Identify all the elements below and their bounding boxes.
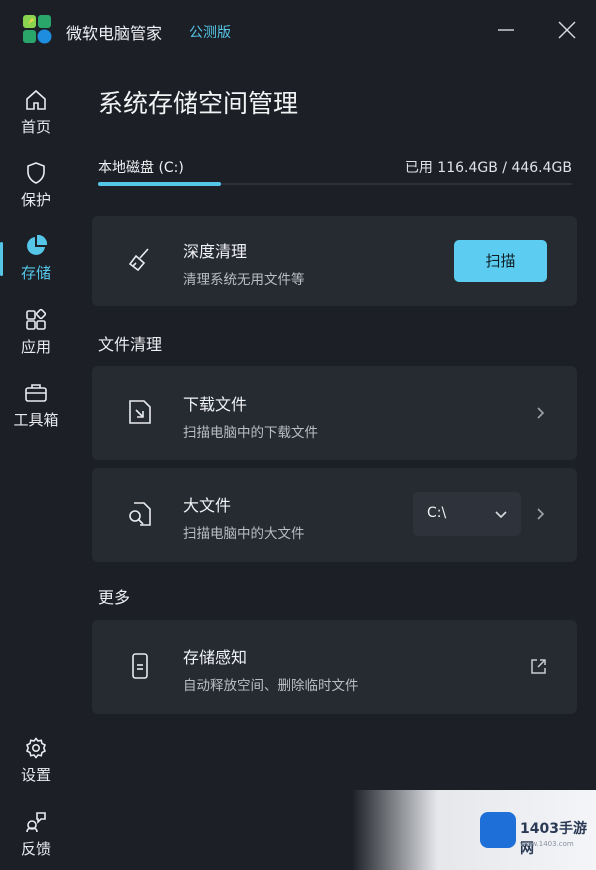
toolbox-icon	[25, 384, 47, 402]
tab-local-disk[interactable]: 本地磁盘 (C:)	[98, 157, 184, 177]
feedback-icon	[26, 812, 46, 833]
chevron-right-icon[interactable]	[532, 506, 548, 522]
sidebar-item-storage[interactable]: 存储	[0, 228, 72, 290]
disk-usage-text: 已用 116.4GB / 446.4GB	[404, 160, 572, 176]
download-file-icon	[129, 400, 151, 424]
sidebar-item-label: 应用	[20, 338, 51, 356]
large-file-icon	[129, 502, 151, 526]
app-window: 微软电脑管家 公测版 首页 保护 存储 应用 工具箱 设置 反馈 系统存储空间管…	[0, 0, 596, 870]
file-clean-heading: 文件清理	[98, 335, 163, 354]
sidebar-item-toolbox[interactable]: 工具箱	[0, 375, 72, 437]
pie-chart-icon	[27, 234, 48, 255]
deep-clean-card: 深度清理 清理系统无用文件等 扫描	[92, 216, 577, 306]
deep-clean-subtitle: 清理系统无用文件等	[183, 272, 305, 288]
storage-sense-subtitle: 自动释放空间、删除临时文件	[183, 678, 359, 694]
sidebar-item-protect[interactable]: 保护	[0, 155, 72, 217]
sidebar-item-feedback[interactable]: 反馈	[0, 804, 72, 866]
sidebar-item-apps[interactable]: 应用	[0, 302, 72, 364]
more-heading: 更多	[98, 588, 131, 607]
page-title: 系统存储空间管理	[98, 89, 299, 118]
storage-sense-title: 存储感知	[183, 648, 248, 667]
watermark-logo-icon	[480, 812, 516, 848]
minimize-icon[interactable]	[494, 18, 518, 42]
chevron-right-icon[interactable]	[532, 405, 548, 421]
apps-icon	[26, 308, 47, 330]
sidebar-item-label: 设置	[20, 766, 51, 784]
downloads-title: 下载文件	[183, 395, 248, 414]
app-badge: 公测版	[189, 25, 231, 41]
deep-clean-title: 深度清理	[183, 242, 248, 261]
watermark-text: 1403手游网	[520, 821, 587, 857]
disk-usage-bar	[98, 182, 572, 186]
sidebar: 首页 保护 存储 应用 工具箱 设置 反馈	[0, 60, 72, 870]
drive-select[interactable]: C:\	[413, 492, 521, 536]
sidebar-item-label: 首页	[20, 118, 51, 136]
sidebar-item-settings[interactable]: 设置	[0, 730, 72, 792]
large-files-subtitle: 扫描电脑中的大文件	[183, 526, 305, 542]
broom-icon	[128, 248, 149, 272]
scan-button[interactable]: 扫描	[454, 240, 547, 282]
home-icon	[26, 89, 46, 110]
sidebar-item-label: 存储	[20, 264, 51, 282]
title-bar: 微软电脑管家 公测版	[0, 0, 596, 60]
external-link-icon[interactable]	[529, 658, 547, 676]
sidebar-item-label: 工具箱	[13, 411, 59, 429]
phone-storage-icon	[132, 653, 148, 679]
watermark: 1403手游网 www.1403.com	[352, 790, 596, 870]
sidebar-item-home[interactable]: 首页	[0, 82, 72, 144]
storage-sense-card[interactable]: 存储感知 自动释放空间、删除临时文件	[92, 620, 577, 714]
gear-icon	[25, 737, 47, 759]
watermark-sub: www.1403.com	[520, 840, 574, 848]
sidebar-item-label: 反馈	[20, 840, 51, 858]
downloads-subtitle: 扫描电脑中的下载文件	[183, 425, 318, 441]
close-icon[interactable]	[555, 18, 579, 42]
chevron-down-icon	[495, 511, 507, 519]
large-files-card[interactable]: 大文件 扫描电脑中的大文件 C:\	[92, 468, 577, 562]
downloads-card[interactable]: 下载文件 扫描电脑中的下载文件	[92, 366, 577, 460]
disk-usage-fill	[98, 182, 222, 186]
drive-select-value: C:\	[427, 505, 447, 521]
shield-icon	[27, 162, 45, 184]
app-title: 微软电脑管家	[66, 24, 163, 43]
large-files-title: 大文件	[183, 496, 232, 515]
sidebar-item-label: 保护	[20, 191, 51, 209]
app-logo-icon	[23, 15, 52, 44]
